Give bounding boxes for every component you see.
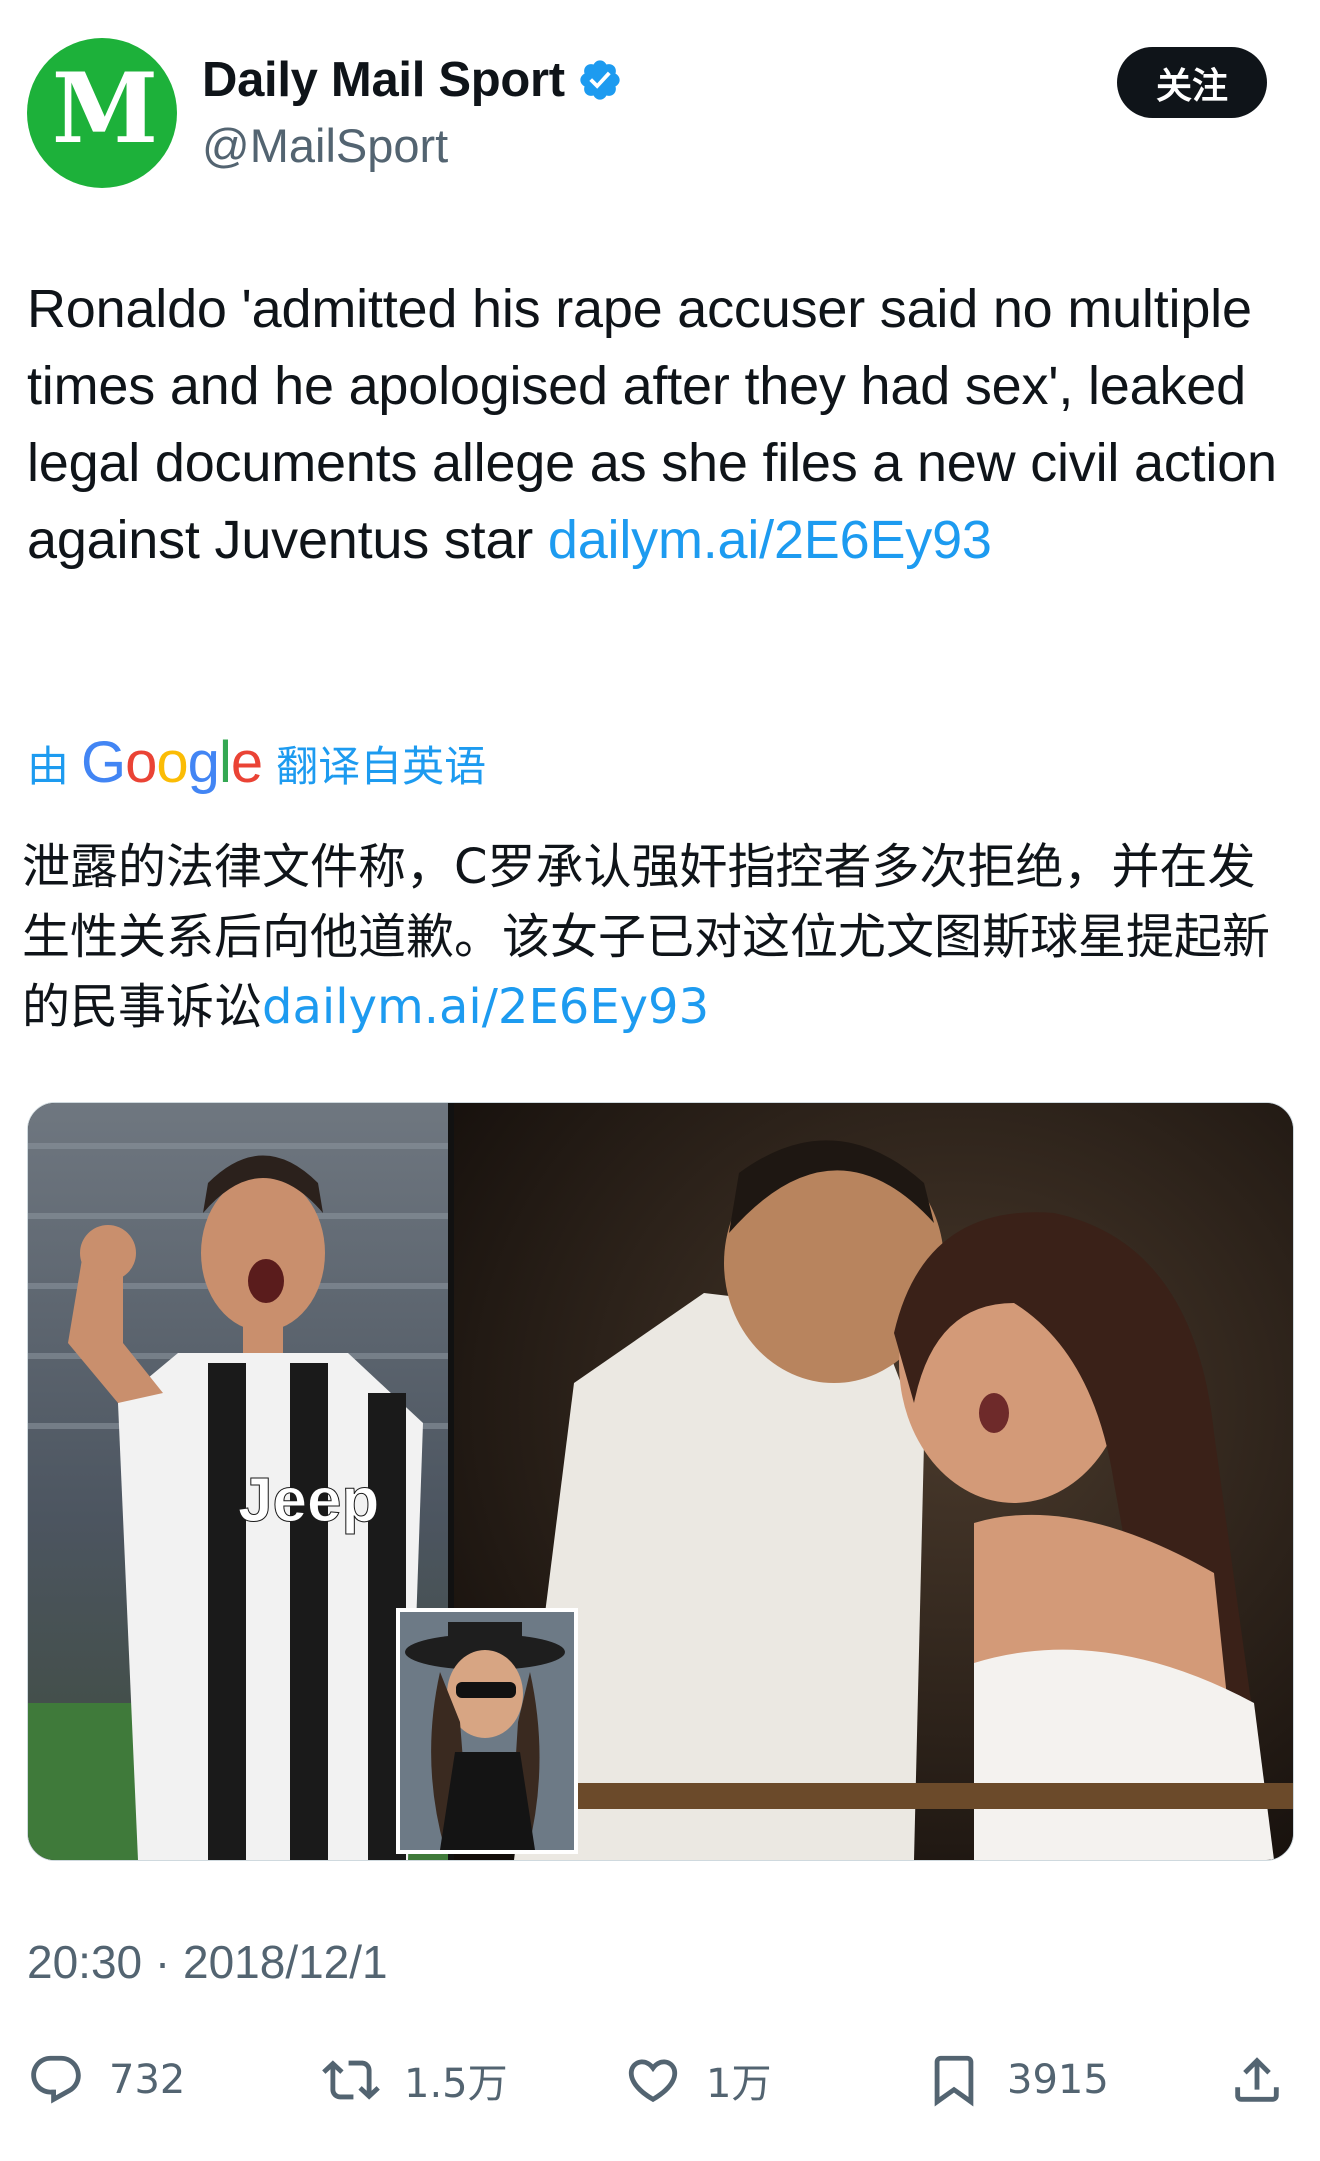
tweet-link[interactable]: dailym.ai/2E6Ey93	[548, 510, 992, 570]
like-button[interactable]: 1万	[624, 2040, 771, 2120]
like-count: 1万	[706, 2061, 772, 2107]
heart-icon	[628, 2059, 678, 2103]
reply-button[interactable]: 732	[27, 2040, 185, 2120]
retweet-icon	[322, 2060, 380, 2100]
verified-badge-icon	[580, 60, 620, 100]
nightclub-photo-graphic	[454, 1103, 1293, 1860]
stadium-photo-graphic: Jeep	[28, 1103, 448, 1860]
share-button[interactable]	[1228, 2040, 1286, 2120]
bookmark-button[interactable]: 3915	[925, 2040, 1109, 2120]
bookmark-icon	[934, 2055, 974, 2107]
follow-button[interactable]: 关注	[1117, 47, 1267, 118]
media-photo-right[interactable]	[454, 1103, 1293, 1860]
translation-attribution[interactable]: 由 Google 翻译自英语	[27, 728, 486, 798]
tweet-text: Ronaldo 'admitted his rape accuser said …	[27, 271, 1287, 579]
tweet-media[interactable]: Jeep	[27, 1102, 1294, 1861]
avatar[interactable]: M	[27, 38, 177, 188]
share-icon	[1235, 2057, 1279, 2102]
author-name-row[interactable]: Daily Mail Sport	[202, 50, 623, 110]
translated-text: 泄露的法律文件称，C罗承认强奸指控者多次拒绝，并在发生性关系后向他道歉。该女子已…	[22, 832, 1292, 1042]
translation-suffix: 翻译自英语	[276, 741, 487, 791]
retweet-button[interactable]: 1.5万	[322, 2040, 508, 2120]
svg-text:Jeep: Jeep	[238, 1466, 379, 1535]
reply-count: 732	[109, 2057, 186, 2103]
translation-prefix: 由	[27, 741, 70, 791]
translated-link[interactable]: dailym.ai/2E6Ey93	[262, 979, 709, 1035]
retweet-count: 1.5万	[404, 2061, 508, 2107]
media-photo-left[interactable]: Jeep	[28, 1103, 448, 1860]
media-inset-photo[interactable]	[396, 1608, 578, 1854]
avatar-logo: M	[51, 52, 158, 165]
tweet-timestamp[interactable]: 20:30 · 2018/12/1	[27, 1932, 388, 1992]
action-bar: 732 1.5万 1万 3915	[0, 2040, 1320, 2120]
inset-portrait-graphic	[400, 1612, 574, 1850]
author-handle[interactable]: @MailSport	[202, 116, 448, 176]
google-logo: Google	[81, 730, 263, 795]
bookmark-count: 3915	[1007, 2057, 1109, 2103]
display-name[interactable]: Daily Mail Sport	[202, 50, 565, 110]
reply-icon	[31, 2055, 81, 2104]
